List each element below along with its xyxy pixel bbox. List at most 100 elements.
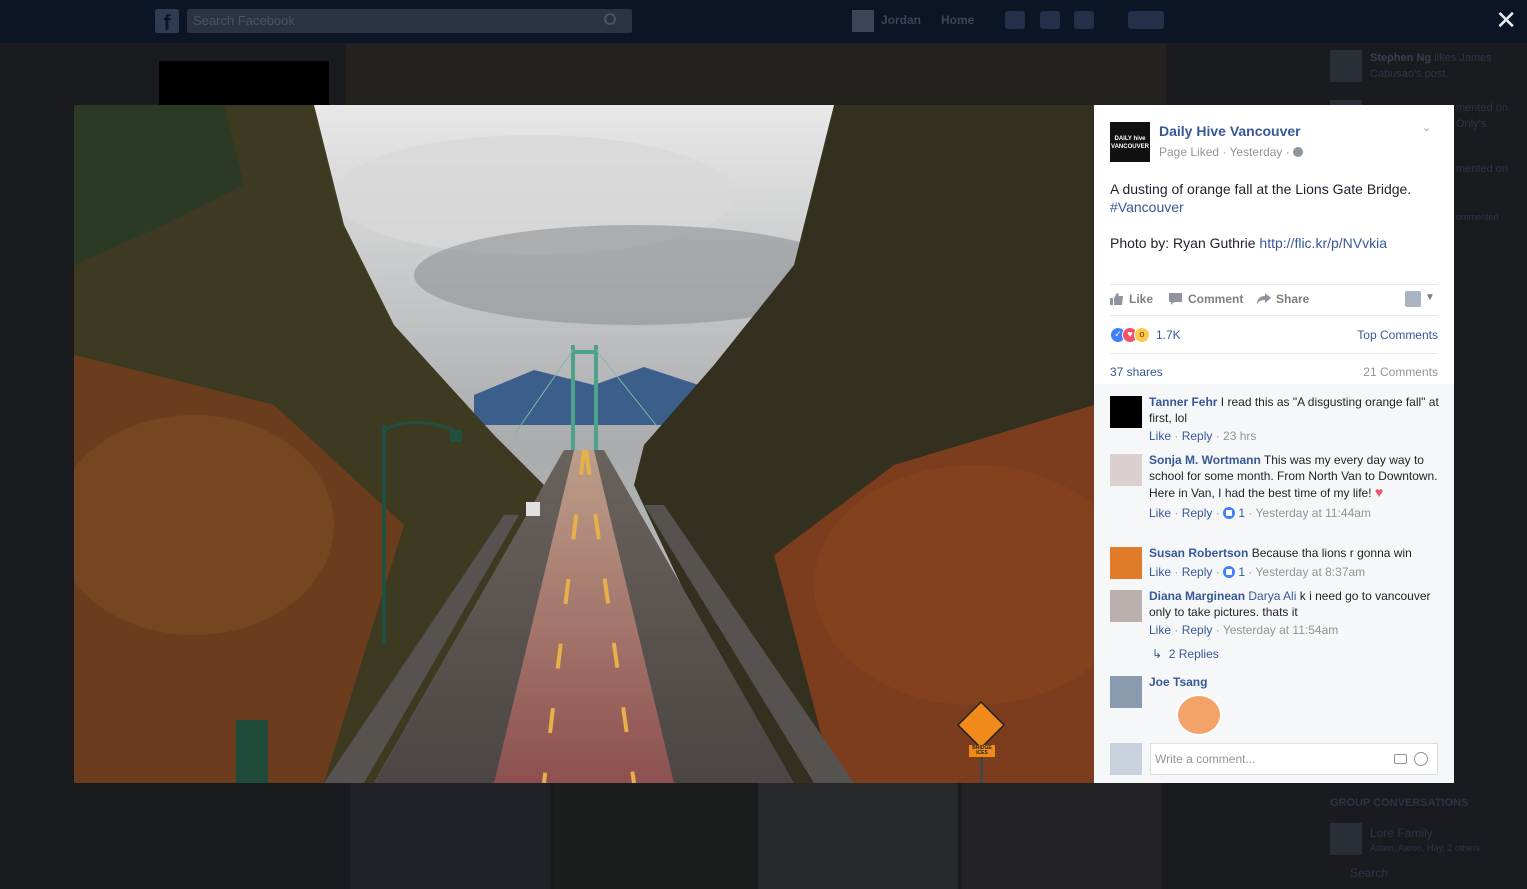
comment-author[interactable]: Tanner Fehr [1149, 395, 1217, 409]
comment-like-link[interactable]: Like [1149, 565, 1171, 579]
friend-requests-icon[interactable] [1005, 11, 1025, 29]
wow-reaction-icon: o [1134, 327, 1150, 343]
photo-source-link[interactable]: http://flic.kr/p/NVvkia [1259, 235, 1387, 251]
facebook-logo-icon[interactable]: f [155, 9, 179, 35]
emoji-icon[interactable] [1414, 752, 1428, 766]
road-sign-text: BRIDGE ICES [972, 745, 992, 756]
comment-author[interactable]: Joe Tsang [1149, 675, 1207, 689]
comment-placeholder: Write a comment... [1155, 752, 1256, 766]
search-icon[interactable] [604, 13, 616, 25]
heart-emoji-icon: ♥ [1374, 484, 1384, 500]
comment-button[interactable]: Comment [1169, 292, 1243, 306]
comment-footer: Like · Reply · 1 · Yesterday at 11:44am [1149, 506, 1371, 520]
replies-label: 2 Replies [1168, 647, 1219, 661]
background-feed-photo [346, 43, 1166, 105]
close-icon[interactable]: ✕ [1495, 6, 1517, 34]
comment-time[interactable]: Yesterday at 11:44am [1256, 506, 1371, 520]
page-name-link[interactable]: Daily Hive Vancouver [1159, 123, 1301, 139]
ticker-avatar [1330, 50, 1362, 82]
chevron-down-icon[interactable]: ⌄ [1422, 121, 1434, 134]
group-name: Lore Family [1370, 826, 1433, 840]
comment-body: Joe Tsang [1149, 674, 1439, 690]
settings-dropdown-icon[interactable] [1128, 11, 1164, 29]
divider [1110, 315, 1438, 316]
comment-like-count[interactable]: 1 [1238, 565, 1245, 579]
hashtag-link[interactable]: #Vancouver [1110, 199, 1184, 215]
group-members: Adam, Aaron, Hay, 2 others [1370, 843, 1480, 853]
commenter-avatar[interactable] [1110, 590, 1142, 622]
ticker-text: mented on [1456, 163, 1508, 175]
background-left-block [159, 61, 329, 105]
divider [1110, 284, 1438, 285]
comment-like-count[interactable]: 1 [1238, 506, 1245, 520]
user-name-link[interactable]: Jordan [881, 13, 921, 27]
comment-body: Diana Marginean Darya Ali k i need go to… [1149, 588, 1439, 638]
comment-like-link[interactable]: Like [1149, 429, 1171, 443]
commenter-avatar[interactable] [1110, 547, 1142, 579]
like-button[interactable]: Like [1110, 292, 1153, 306]
group-conversations-title: GROUP CONVERSATIONS [1330, 797, 1469, 809]
comment-body: Tanner Fehr I read this as "A disgusting… [1149, 394, 1439, 444]
messages-icon[interactable] [1040, 11, 1060, 29]
comment-time[interactable]: Yesterday at 11:54am [1223, 623, 1338, 637]
reactions-summary[interactable]: ✓ ♥ o 1.7K [1110, 327, 1181, 343]
reaction-count[interactable]: 1.7K [1156, 328, 1181, 342]
camera-icon[interactable] [1394, 754, 1407, 764]
post-actions: Like Comment Share ▼ [1110, 291, 1440, 308]
comment-reply-link[interactable]: Reply [1182, 429, 1213, 443]
comment-author[interactable]: Susan Robertson [1149, 546, 1248, 560]
search-placeholder: Search Facebook [193, 13, 295, 28]
photo-credit-text: Photo by: Ryan Guthrie [1110, 235, 1260, 251]
shares-link[interactable]: 37 shares [1110, 365, 1163, 379]
lions-gate-bridge-photo [74, 105, 1094, 783]
post-as-avatar[interactable] [1405, 291, 1421, 307]
background-thumbnail [350, 783, 550, 889]
ticker-text: mented on Only's [1456, 102, 1508, 130]
user-avatar[interactable] [852, 10, 874, 32]
write-comment-row: Write a comment... [1110, 743, 1440, 775]
commenter-avatar[interactable] [1110, 454, 1142, 486]
background-thumbnail [554, 783, 754, 889]
comment-label: Comment [1188, 292, 1244, 306]
post-meta-text: Page Liked · Yesterday · [1159, 145, 1294, 159]
comment-reply-link[interactable]: Reply [1182, 565, 1213, 579]
comment-footer: Like · Reply · Yesterday at 11:54am [1149, 623, 1339, 637]
comment-icon [1169, 293, 1183, 305]
comment-text: Because tha lions r gonna win [1248, 546, 1412, 560]
comment-like-link[interactable]: Like [1149, 506, 1171, 520]
comment-author[interactable]: Diana Marginean [1149, 589, 1245, 603]
search-input[interactable]: Search Facebook [187, 9, 632, 33]
commenter-avatar[interactable] [1110, 676, 1142, 708]
view-replies-link[interactable]: ↳ 2 Replies [1152, 647, 1219, 661]
caret-down-icon[interactable]: ▼ [1425, 292, 1435, 303]
comment-body: Susan Robertson Because tha lions r gonn… [1149, 545, 1439, 580]
chat-search[interactable]: Search [1350, 866, 1388, 880]
sticker-image[interactable] [1176, 694, 1222, 736]
comment-like-link[interactable]: Like [1149, 623, 1171, 637]
ticker-name: Stephen Ng [1370, 52, 1432, 64]
comment-time[interactable]: 23 hrs [1223, 429, 1256, 443]
ticker-text: ommented [1456, 212, 1499, 222]
comment-time[interactable]: Yesterday at 8:37am [1256, 565, 1366, 579]
share-button[interactable]: Share [1257, 292, 1309, 306]
comment-footer: Like · Reply · 23 hrs [1149, 429, 1257, 443]
post-meta: Page Liked · Yesterday · [1159, 145, 1304, 159]
reply-arrow-icon: ↳ [1152, 647, 1163, 661]
comment-body: Sonja M. Wortmann This was my every day … [1149, 452, 1439, 521]
home-link[interactable]: Home [941, 13, 974, 27]
comment-reply-link[interactable]: Reply [1182, 506, 1213, 520]
commenter-avatar[interactable] [1110, 396, 1142, 428]
page-logo[interactable]: DAILY hive VANCOUVER [1110, 122, 1150, 162]
top-comments-dropdown[interactable]: Top Comments [1357, 328, 1438, 342]
share-label: Share [1276, 292, 1310, 306]
comment-mention[interactable]: Darya Ali [1248, 589, 1296, 603]
like-badge-icon [1223, 507, 1236, 519]
like-badge-icon [1223, 566, 1236, 578]
post-photo[interactable]: BRIDGE ICES [74, 105, 1094, 783]
notifications-icon[interactable] [1074, 11, 1094, 29]
write-comment-input[interactable]: Write a comment... [1150, 743, 1438, 775]
background-thumbnail [758, 783, 958, 889]
group-conversation-item[interactable]: Lore Family Adam, Aaron, Hay, 2 others [1330, 823, 1520, 857]
comment-author[interactable]: Sonja M. Wortmann [1149, 453, 1261, 467]
comment-reply-link[interactable]: Reply [1182, 623, 1213, 637]
